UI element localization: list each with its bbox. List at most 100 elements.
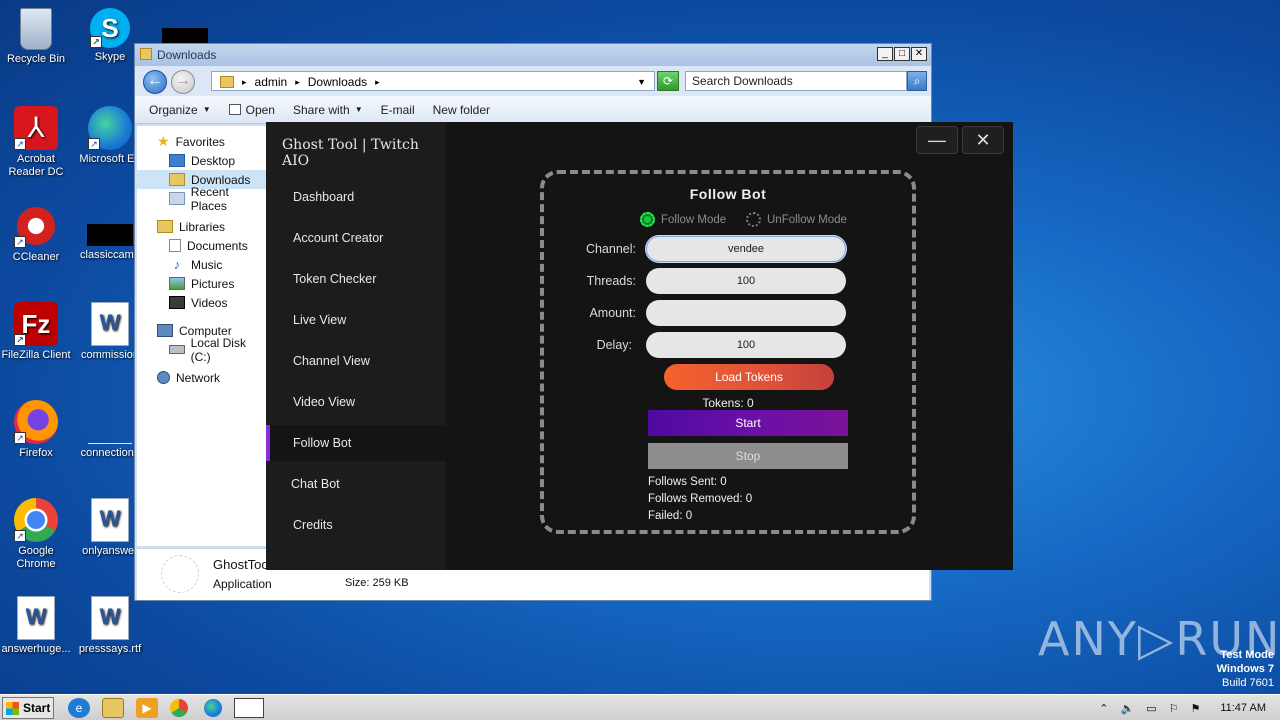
desktop-icon-firefox[interactable]: ↗ Firefox — [0, 400, 74, 460]
nav-network[interactable]: Network — [137, 368, 267, 387]
address-bar[interactable]: ▸ admin ▸ Downloads ▸ ▼ — [211, 71, 655, 91]
explorer-title: Downloads — [157, 48, 217, 62]
forward-button[interactable]: → — [171, 70, 195, 94]
edge-icon: ↗ — [88, 106, 132, 150]
nav-desktop[interactable]: Desktop — [137, 151, 267, 170]
chevron-down-icon: ▼ — [202, 105, 211, 114]
close-button[interactable]: ✕ — [911, 47, 927, 61]
open-button[interactable]: Open — [228, 103, 275, 117]
file-explorer-icon[interactable] — [102, 698, 124, 718]
panel-title: Follow Bot — [689, 186, 767, 202]
chrome-icon[interactable] — [170, 699, 188, 717]
nav-documents[interactable]: Documents — [137, 236, 267, 255]
email-button[interactable]: E-mail — [381, 103, 415, 117]
desktop-icon-ccleaner[interactable]: ↗ CCleaner — [0, 204, 74, 264]
app-minimize-button[interactable]: — — [916, 126, 958, 154]
desktop-icon-recycle-bin[interactable]: Recycle Bin — [0, 8, 74, 66]
details-file-type: Application — [213, 577, 272, 591]
recent-places-icon — [169, 192, 185, 205]
taskbar: Start e ▶ ⌃ 🔈 ▭ ⚐ ⚑ 11:47 AM — [0, 694, 1280, 720]
address-segment-downloads[interactable]: Downloads — [308, 75, 367, 89]
sidebar-item-account-creator[interactable]: Account Creator — [266, 220, 446, 256]
sidebar-item-dashboard[interactable]: Dashboard — [266, 179, 446, 215]
clock[interactable]: 11:47 AM — [1220, 702, 1266, 714]
desktop-icon-answerhuge[interactable]: W answerhuge... — [0, 596, 74, 656]
nav-music[interactable]: ♪ Music — [137, 255, 267, 274]
blank-window-icon[interactable] — [234, 698, 264, 718]
failed-stat: Failed: 0 — [648, 510, 693, 522]
search-icon[interactable]: ⌕ — [907, 71, 927, 91]
folder-icon — [220, 76, 234, 88]
system-tray: ⌃ 🔈 ▭ ⚐ ⚑ 11:47 AM — [1099, 695, 1280, 720]
recycle-bin-icon — [20, 8, 52, 50]
channel-input[interactable]: vendee — [646, 236, 846, 262]
load-tokens-button[interactable]: Load Tokens — [664, 364, 834, 390]
network-tray-icon[interactable]: ▭ — [1146, 702, 1156, 715]
chevron-down-icon: ▼ — [354, 105, 363, 114]
threads-input[interactable]: 100 — [646, 268, 846, 294]
sidebar-item-channel-view[interactable]: Channel View — [266, 343, 446, 379]
nav-recent-places[interactable]: Recent Places — [137, 185, 267, 213]
nav-videos[interactable]: Videos — [137, 293, 267, 312]
start-button[interactable]: Start — [648, 410, 848, 436]
explorer-toolbar: Organize ▼ Open Share with ▼ E-mail New fo… — [135, 96, 931, 124]
videos-icon — [169, 296, 185, 309]
organize-button[interactable]: Organize ▼ — [149, 103, 211, 117]
file-icon — [161, 555, 199, 593]
radio-unselected-icon — [746, 212, 761, 227]
search-input[interactable]: Search Downloads — [685, 71, 907, 91]
back-button[interactable]: ← — [143, 70, 167, 94]
amount-input[interactable] — [646, 300, 846, 326]
app-close-button[interactable]: ✕ — [962, 126, 1004, 154]
chevron-right-icon: ▸ — [375, 76, 380, 87]
desktop-icon-presssays[interactable]: W presssays.rtf — [72, 596, 148, 656]
stop-button[interactable]: Stop — [648, 443, 848, 469]
address-segment-admin[interactable]: admin — [255, 75, 288, 89]
start-button[interactable]: Start — [2, 697, 54, 719]
tokens-count: Tokens: 0 — [702, 396, 754, 410]
nav-favorites[interactable]: ★ Favorites — [137, 132, 267, 151]
minimize-button[interactable]: _ — [877, 47, 893, 61]
chevron-up-icon[interactable]: ⌃ — [1099, 702, 1108, 715]
desktop-icon — [169, 154, 185, 167]
folder-icon — [140, 48, 152, 60]
chevron-right-icon: ▸ — [295, 76, 300, 87]
word-document-icon: W — [91, 498, 129, 542]
nav-pictures[interactable]: Pictures — [137, 274, 267, 293]
address-dropdown-icon[interactable]: ▼ — [637, 77, 646, 87]
sidebar-item-follow-bot[interactable]: Follow Bot — [266, 425, 446, 461]
follow-mode-radio[interactable]: Follow Mode — [640, 212, 726, 227]
delay-input[interactable]: 100 — [646, 332, 846, 358]
new-folder-button[interactable]: New folder — [433, 103, 490, 117]
sidebar-item-live-view[interactable]: Live View — [266, 302, 446, 338]
sidebar-item-credits[interactable]: Credits — [266, 507, 446, 543]
threads-label: Threads: — [586, 274, 636, 288]
maximize-button[interactable]: □ — [894, 47, 910, 61]
desktop-icon-filezilla[interactable]: Fz ↗ FileZilla Client — [0, 302, 74, 362]
explorer-titlebar[interactable]: Downloads _ □ ✕ — [135, 44, 931, 66]
app-sidebar: Ghost Tool | Twitch AIO Dashboard Accoun… — [266, 122, 446, 570]
desktop-icon-chrome[interactable]: ↗ Google Chrome — [0, 498, 74, 571]
firefox-icon: ↗ — [14, 400, 58, 444]
action-center-icon[interactable]: ⚐ — [1169, 702, 1179, 715]
edge-icon[interactable] — [204, 699, 222, 717]
nav-libraries[interactable]: Libraries — [137, 217, 267, 236]
follows-removed-stat: Follows Removed: 0 — [648, 493, 753, 505]
flag-icon[interactable]: ⚑ — [1190, 702, 1200, 715]
network-icon — [157, 371, 170, 384]
sidebar-item-token-checker[interactable]: Token Checker — [266, 261, 446, 297]
share-with-button[interactable]: Share with ▼ — [293, 103, 363, 117]
redacted-icon — [87, 224, 133, 246]
internet-explorer-icon[interactable]: e — [68, 698, 90, 718]
refresh-button[interactable]: ⟳ — [657, 71, 679, 91]
unfollow-mode-radio[interactable]: UnFollow Mode — [746, 212, 847, 227]
sidebar-item-video-view[interactable]: Video View — [266, 384, 446, 420]
volume-icon[interactable]: 🔈 — [1120, 702, 1134, 715]
media-player-icon[interactable]: ▶ — [136, 698, 158, 718]
nav-local-disk[interactable]: Local Disk (C:) — [137, 336, 267, 364]
windows-logo-icon — [6, 701, 19, 715]
window-controls: _ □ ✕ — [876, 47, 927, 61]
sidebar-item-chat-bot[interactable]: Chat Bot — [266, 466, 446, 502]
word-document-icon: W — [17, 596, 55, 640]
desktop-icon-acrobat[interactable]: ⅄ ↗ Acrobat Reader DC — [0, 106, 74, 179]
